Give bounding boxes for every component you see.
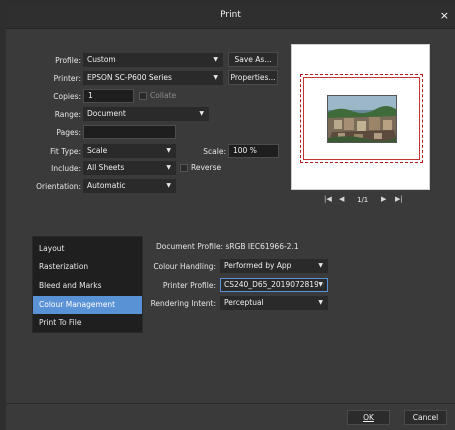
pages-input[interactable]	[83, 125, 176, 139]
colour-handling-label: Colour Handling:	[153, 262, 216, 271]
ok-button[interactable]: OK	[347, 410, 390, 425]
reverse-checkbox[interactable]	[180, 164, 188, 172]
fit-type-value: Scale	[87, 146, 108, 155]
colour-handling-select[interactable]: Performed by App ▼	[220, 259, 328, 273]
chevron-down-icon: ▼	[166, 182, 171, 189]
print-dialog: Print × Profile: Custom ▼ Save As... Pri…	[6, 4, 455, 430]
first-page-button[interactable]: |◀	[324, 195, 332, 203]
print-preview	[291, 44, 430, 190]
footer-divider	[6, 403, 455, 404]
include-label: Include:	[51, 164, 81, 173]
cancel-button[interactable]: Cancel	[404, 410, 447, 425]
category-list: Layout Rasterization Bleed and Marks Col…	[32, 236, 143, 333]
chevron-down-icon: ▼	[213, 74, 218, 81]
page-indicator: 1/1	[357, 196, 369, 204]
fit-type-select[interactable]: Scale ▼	[83, 144, 176, 158]
prev-page-button[interactable]: ◀	[339, 195, 344, 203]
category-layout[interactable]: Layout	[33, 240, 142, 258]
printer-profile-select[interactable]: CS240_D65_20190728190 ▼	[220, 278, 328, 292]
chevron-down-icon: ▼	[318, 262, 323, 269]
rendering-intent-value: Perceptual	[224, 298, 264, 307]
range-value: Document	[87, 109, 126, 118]
pages-label: Pages:	[56, 128, 81, 137]
preview-image	[327, 95, 397, 143]
range-label: Range:	[54, 110, 81, 119]
chevron-down-icon: ▼	[318, 279, 323, 291]
chevron-down-icon: ▼	[199, 110, 204, 117]
profile-select[interactable]: Custom ▼	[83, 53, 223, 67]
properties-button[interactable]: Properties...	[228, 70, 278, 85]
colour-handling-value: Performed by App	[224, 261, 292, 270]
collate-label: Collate	[150, 91, 177, 100]
category-print-to-file[interactable]: Print To File	[33, 314, 142, 332]
chevron-down-icon: ▼	[166, 164, 171, 171]
landscape-photo-icon	[328, 96, 396, 142]
printer-value: EPSON SC-P600 Series	[87, 73, 172, 82]
profile-label: Profile:	[55, 56, 81, 65]
printer-profile-value: CS240_D65_20190728190	[224, 280, 324, 289]
chevron-down-icon: ▼	[213, 56, 218, 63]
orientation-label: Orientation:	[36, 182, 81, 191]
fit-type-label: Fit Type:	[50, 147, 81, 156]
dialog-title: Print	[220, 10, 241, 20]
include-select[interactable]: All Sheets ▼	[83, 161, 176, 175]
collate-checkbox[interactable]	[139, 92, 147, 100]
include-value: All Sheets	[87, 163, 125, 172]
last-page-button[interactable]: ▶|	[395, 195, 403, 203]
printer-profile-label: Printer Profile:	[162, 281, 216, 290]
scale-label: Scale:	[203, 147, 226, 156]
profile-value: Custom	[87, 55, 116, 64]
printer-label: Printer:	[53, 74, 81, 83]
range-select[interactable]: Document ▼	[83, 107, 209, 121]
printer-select[interactable]: EPSON SC-P600 Series ▼	[83, 71, 223, 85]
rendering-intent-select[interactable]: Perceptual ▼	[220, 296, 328, 310]
next-page-button[interactable]: ▶	[381, 195, 386, 203]
category-bleed-and-marks[interactable]: Bleed and Marks	[33, 277, 142, 295]
document-profile: Document Profile: sRGB IEC61966-2.1	[156, 242, 299, 251]
chevron-down-icon: ▼	[318, 299, 323, 306]
copies-input[interactable]: 1	[83, 89, 134, 103]
scale-input[interactable]: 100 %	[228, 144, 279, 158]
chevron-down-icon: ▼	[166, 147, 171, 154]
rendering-intent-label: Rendering Intent:	[150, 299, 216, 308]
save-as-button[interactable]: Save As...	[228, 52, 278, 67]
category-colour-management[interactable]: Colour Management	[33, 296, 142, 314]
orientation-select[interactable]: Automatic ▼	[83, 179, 176, 193]
copies-label: Copies:	[53, 92, 81, 101]
category-rasterization[interactable]: Rasterization	[33, 258, 142, 276]
orientation-value: Automatic	[87, 181, 126, 190]
title-bar: Print ×	[6, 4, 455, 29]
reverse-label: Reverse	[191, 163, 222, 172]
close-icon[interactable]: ×	[440, 9, 449, 22]
